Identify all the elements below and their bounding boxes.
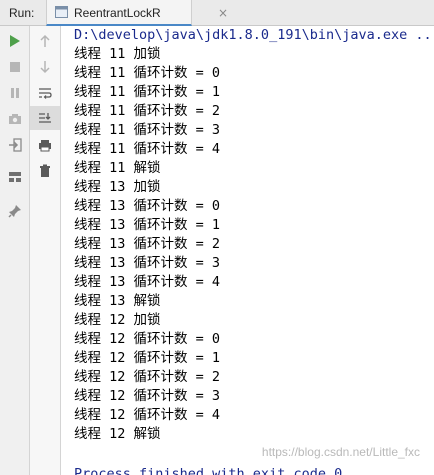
- console-line: 线程 12 加锁: [74, 312, 161, 328]
- console-line: 线程 13 循环计数 = 4: [74, 274, 221, 290]
- login-icon[interactable]: [4, 134, 26, 156]
- console-line: 线程 11 循环计数 = 3: [74, 122, 221, 138]
- console-line: 线程 13 循环计数 = 3: [74, 255, 221, 271]
- tab-run-config[interactable]: ReentrantLockR ×: [46, 0, 228, 26]
- console-line: 线程 13 循环计数 = 0: [74, 198, 221, 214]
- camera-icon[interactable]: [4, 108, 26, 130]
- run-controls-toolbar: [0, 26, 30, 475]
- console-line: 线程 12 循环计数 = 4: [74, 407, 221, 423]
- stop-icon[interactable]: [4, 56, 26, 78]
- console-line: 线程 12 循环计数 = 2: [74, 369, 221, 385]
- trash-icon[interactable]: [34, 160, 56, 182]
- console-line: 线程 13 循环计数 = 2: [74, 236, 221, 252]
- console-line: 线程 11 循环计数 = 1: [74, 84, 221, 100]
- exit-message: Process finished with exit code 0: [74, 466, 343, 475]
- layout-icon[interactable]: [4, 166, 26, 188]
- console-line: 线程 12 解锁: [74, 426, 161, 442]
- console-line: 线程 13 加锁: [74, 179, 161, 195]
- console-line: 线程 12 循环计数 = 0: [74, 331, 221, 347]
- tab-title: ReentrantLockR: [74, 6, 161, 20]
- soft-wrap-icon[interactable]: [34, 82, 56, 104]
- up-arrow-icon[interactable]: [34, 30, 56, 52]
- console-line: 线程 11 循环计数 = 2: [74, 103, 221, 119]
- console-icon: [55, 6, 68, 18]
- console-line: 线程 13 循环计数 = 1: [74, 217, 221, 233]
- pin-icon[interactable]: [4, 200, 26, 222]
- run-tool-window-header: Run: ReentrantLockR ×: [0, 0, 434, 26]
- watermark: https://blog.csdn.net/Little_fxc: [261, 445, 420, 459]
- pause-icon[interactable]: [4, 82, 26, 104]
- console-actions-toolbar: [30, 26, 61, 475]
- console-output[interactable]: D:\develop\java\jdk1.8.0_191\bin\java.ex…: [61, 26, 434, 475]
- console-line: 线程 11 循环计数 = 0: [74, 65, 221, 81]
- console-line: 线程 11 加锁: [74, 46, 161, 62]
- console-line: 线程 13 解锁: [74, 293, 161, 309]
- console-line: 线程 12 循环计数 = 1: [74, 350, 221, 366]
- run-icon[interactable]: [4, 30, 26, 52]
- command-line: D:\develop\java\jdk1.8.0_191\bin\java.ex…: [74, 27, 434, 43]
- print-icon[interactable]: [34, 134, 56, 156]
- console-line: 线程 11 解锁: [74, 160, 161, 176]
- scroll-to-end-icon[interactable]: [30, 106, 60, 130]
- console-line: 线程 11 循环计数 = 4: [74, 141, 221, 157]
- run-label: Run:: [9, 6, 35, 20]
- close-icon[interactable]: ×: [218, 6, 228, 20]
- down-arrow-icon[interactable]: [34, 56, 56, 78]
- console-line: 线程 12 循环计数 = 3: [74, 388, 221, 404]
